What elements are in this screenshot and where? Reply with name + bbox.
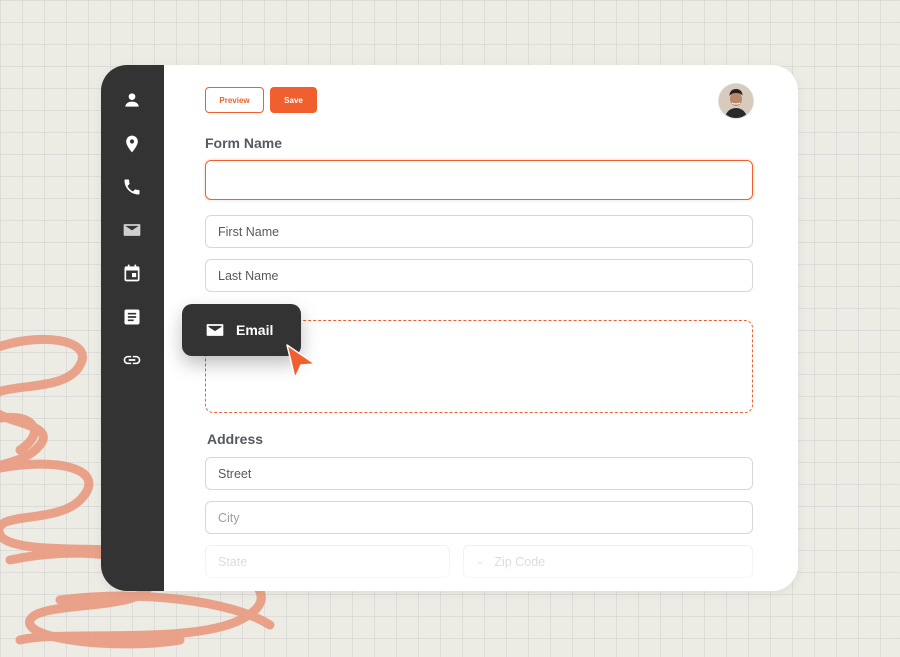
- form-name-input[interactable]: [205, 160, 753, 200]
- sidebar-item-person[interactable]: [121, 89, 143, 111]
- sidebar-item-calendar[interactable]: [121, 262, 143, 284]
- sidebar-item-phone[interactable]: [121, 176, 143, 198]
- street-field[interactable]: Street: [205, 457, 753, 490]
- state-field[interactable]: State: [205, 545, 450, 578]
- email-chip-label: Email: [236, 322, 274, 338]
- chevron-down-icon: ⌄: [476, 556, 485, 567]
- document-icon: [124, 309, 140, 325]
- mail-icon: [123, 224, 141, 236]
- link-icon: [123, 355, 141, 365]
- sidebar-item-location[interactable]: [121, 133, 143, 155]
- person-icon: [125, 93, 139, 107]
- zip-code-field[interactable]: ⌄ Zip Code: [463, 545, 753, 578]
- zip-code-placeholder: Zip Code: [494, 554, 546, 569]
- phone-icon: [124, 179, 140, 195]
- city-field[interactable]: City: [205, 501, 753, 534]
- mail-icon: [205, 320, 225, 340]
- last-name-field[interactable]: Last Name: [205, 259, 753, 292]
- sidebar-item-link[interactable]: [121, 349, 143, 371]
- calendar-icon: [124, 264, 140, 282]
- first-name-field[interactable]: First Name: [205, 215, 753, 248]
- sidebar: [101, 65, 164, 591]
- location-pin-icon: [126, 135, 138, 153]
- sidebar-item-document[interactable]: [121, 306, 143, 328]
- sidebar-item-mail[interactable]: [121, 219, 143, 241]
- avatar[interactable]: [719, 84, 753, 118]
- preview-button[interactable]: Preview: [205, 87, 264, 113]
- form-name-label: Form Name: [205, 135, 283, 151]
- save-button[interactable]: Save: [270, 87, 317, 113]
- address-label: Address: [207, 431, 264, 447]
- mouse-cursor-icon: [286, 344, 316, 379]
